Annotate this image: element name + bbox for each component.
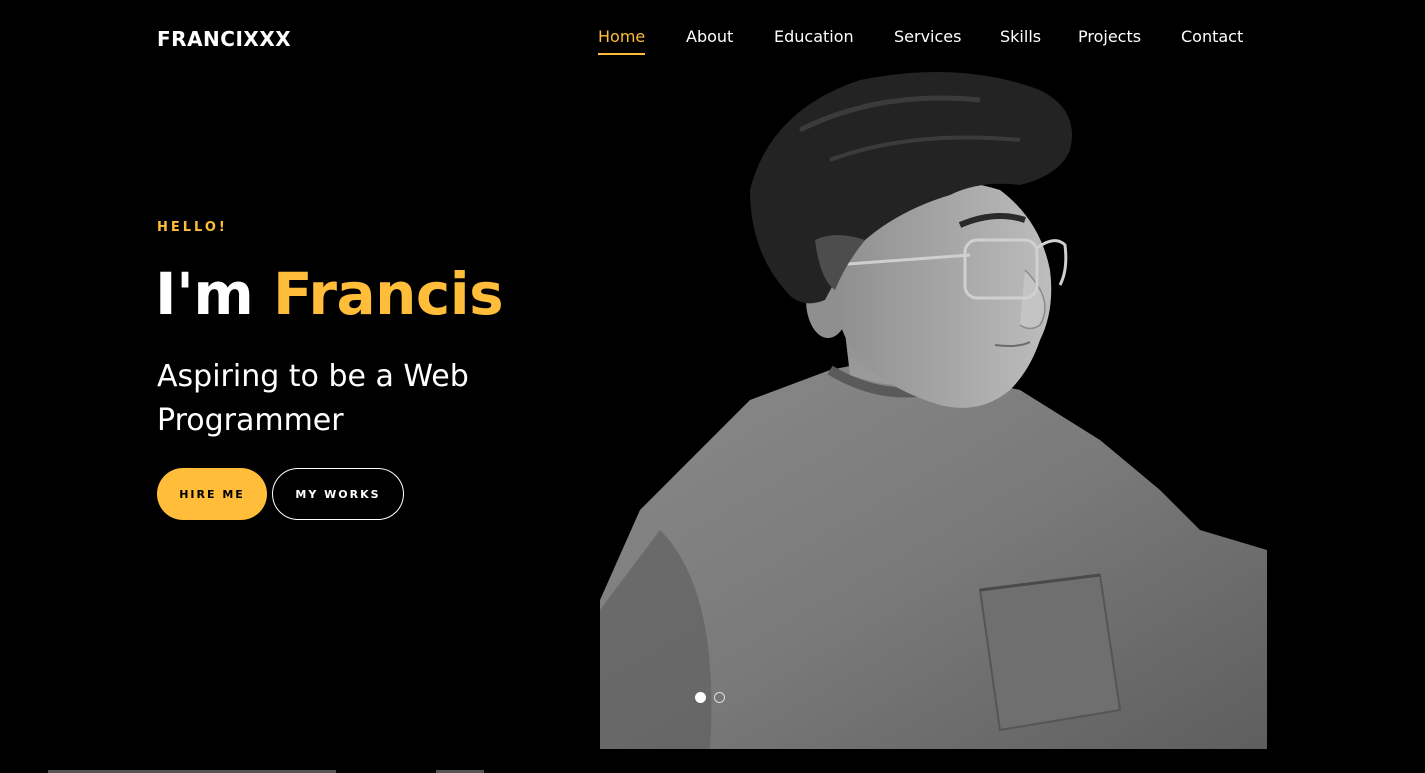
- slider-dots: [695, 692, 725, 703]
- hero-page: FRANCIXXX Home About Education Services …: [0, 0, 1425, 773]
- nav-item-skills[interactable]: Skills: [1000, 27, 1041, 55]
- profile-photo: [600, 72, 1267, 749]
- nav-item-about[interactable]: About: [686, 27, 733, 55]
- my-works-button[interactable]: MY WORKS: [272, 468, 404, 520]
- brand-logo[interactable]: FRANCIXXX: [157, 27, 291, 51]
- hero-title-name: Francis: [272, 260, 504, 328]
- hero-greeting: HELLO!: [157, 220, 228, 235]
- hero-tagline: Aspiring to be a Web Programmer: [157, 359, 469, 438]
- hero-title-prefix: I'm: [155, 260, 273, 328]
- hire-me-button[interactable]: HIRE ME: [157, 468, 267, 520]
- nav-item-home[interactable]: Home: [598, 27, 646, 55]
- nav-item-services[interactable]: Services: [894, 27, 961, 55]
- nav-item-education[interactable]: Education: [774, 27, 854, 55]
- slider-dot-1[interactable]: [695, 692, 706, 703]
- slider-dot-2[interactable]: [714, 692, 725, 703]
- nav-item-projects[interactable]: Projects: [1078, 27, 1141, 55]
- hero-title: I'm Francis: [155, 258, 504, 330]
- nav-item-contact[interactable]: Contact: [1181, 27, 1243, 55]
